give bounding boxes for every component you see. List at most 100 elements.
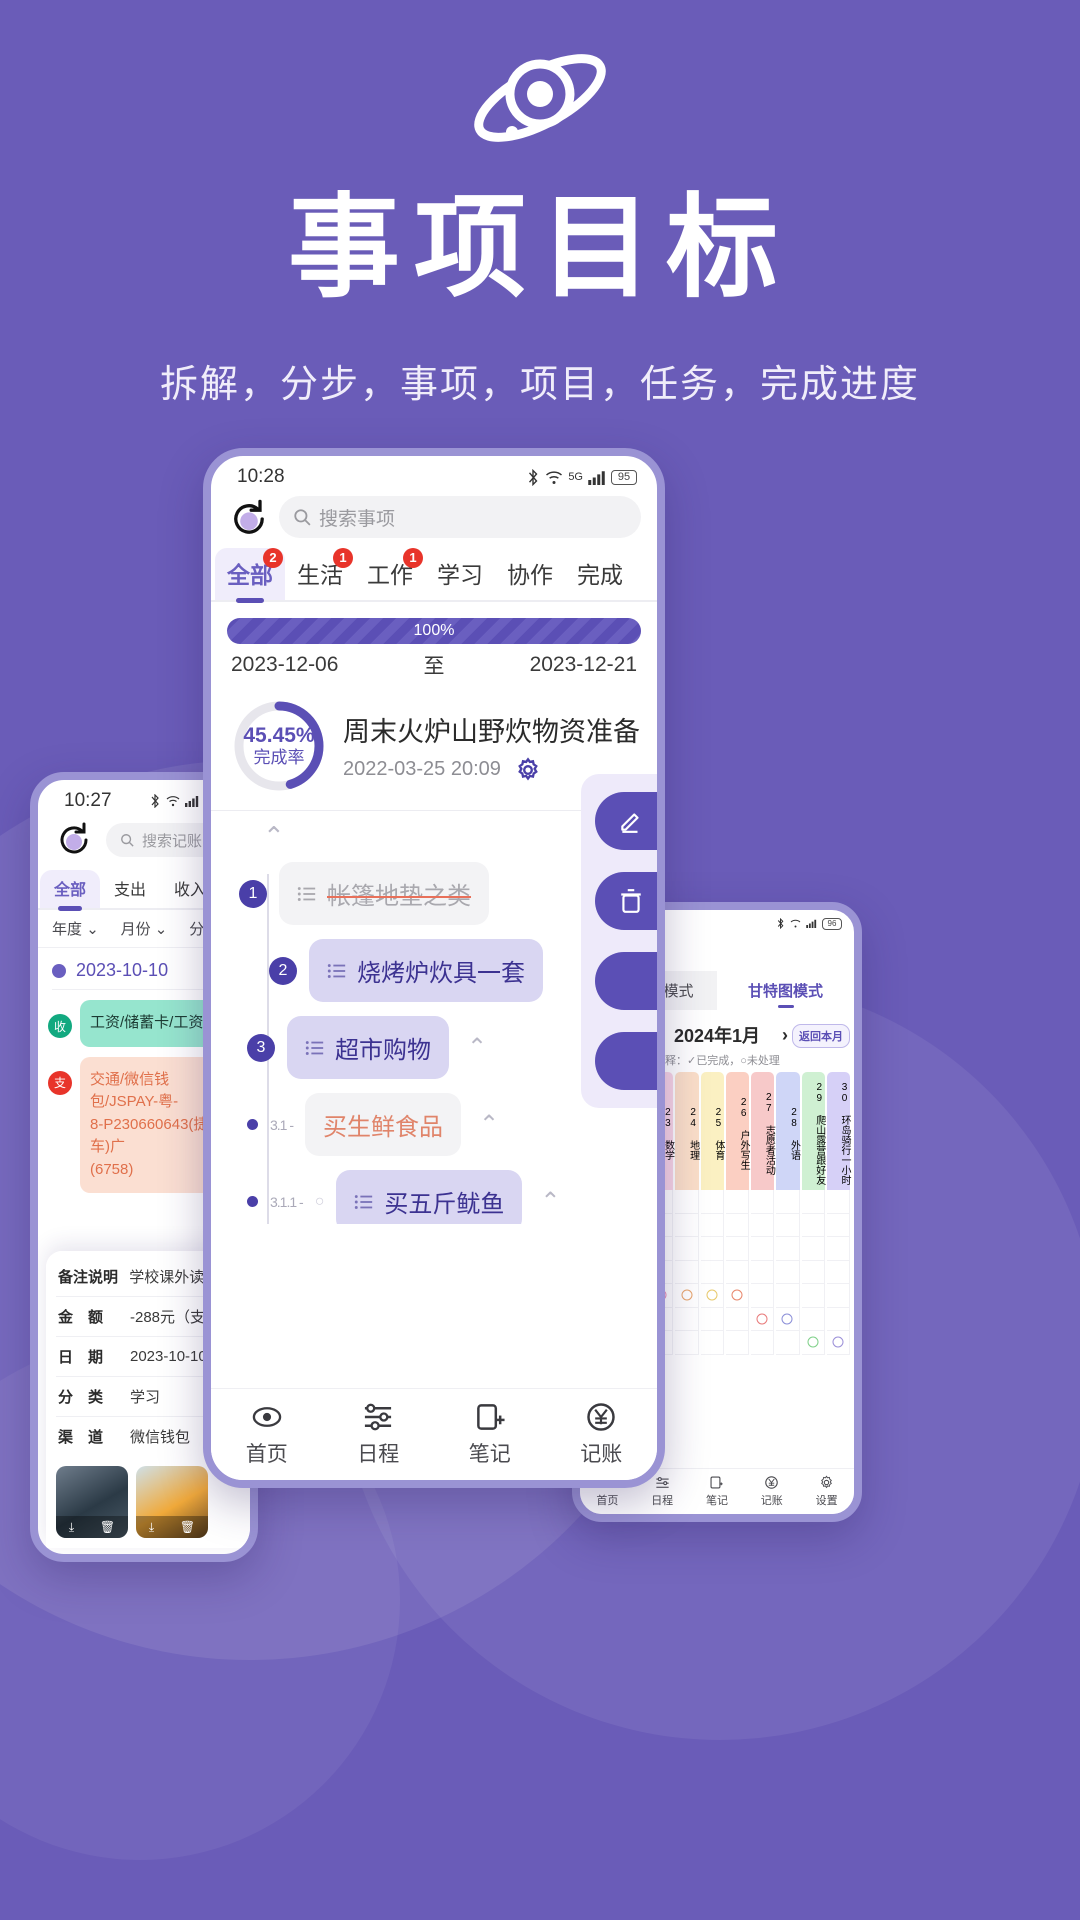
gantt-column[interactable]: 28 外语	[776, 1072, 800, 1398]
gantt-cell[interactable]	[826, 1307, 850, 1331]
gantt-cell[interactable]	[751, 1260, 775, 1284]
chevron-up-icon[interactable]: ⌃	[479, 1110, 499, 1139]
gantt-column[interactable]: 26 户外写生	[725, 1072, 750, 1398]
chevron-right-icon[interactable]: ›	[782, 1025, 788, 1046]
gantt-cell[interactable]	[826, 1331, 850, 1355]
gantt-cell[interactable]	[700, 1237, 724, 1261]
download-icon[interactable]: ⤓	[149, 1520, 154, 1535]
gantt-cell[interactable]	[751, 1284, 775, 1308]
photo-dashboard[interactable]: ⤓ 🗑	[56, 1466, 128, 1538]
gantt-column-body	[725, 1190, 750, 1398]
gantt-column[interactable]: 27 志愿者活动	[751, 1072, 775, 1398]
gantt-cell[interactable]	[725, 1284, 750, 1308]
gantt-cell[interactable]	[801, 1237, 825, 1261]
node-chip[interactable]: 超市购物	[287, 1016, 449, 1079]
nav-ledger[interactable]: 记账	[761, 1475, 783, 1508]
trash-icon[interactable]: 🗑	[100, 1520, 115, 1534]
gantt-cell[interactable]	[826, 1260, 850, 1284]
gantt-cell[interactable]	[801, 1213, 825, 1237]
gantt-cell[interactable]	[700, 1260, 724, 1284]
gantt-cell[interactable]	[776, 1307, 800, 1331]
tab-study[interactable]: 学习	[425, 548, 495, 600]
mode-gantt[interactable]: 甘特图模式	[717, 971, 854, 1010]
tab-all[interactable]: 全部 2	[215, 548, 285, 603]
gantt-cell[interactable]	[776, 1213, 800, 1237]
download-icon[interactable]: ⤓	[69, 1520, 74, 1535]
gantt-cell[interactable]	[675, 1284, 699, 1308]
gantt-cell[interactable]	[725, 1190, 750, 1214]
chevron-up-icon[interactable]: ⌃	[467, 1033, 487, 1062]
gantt-cell[interactable]	[675, 1190, 699, 1214]
tab-all[interactable]: 全部	[40, 870, 101, 911]
gantt-cell[interactable]	[725, 1237, 750, 1261]
node-chip[interactable]: 买五斤鱿鱼	[336, 1170, 523, 1224]
gantt-cell[interactable]	[725, 1331, 750, 1355]
back-to-today-button[interactable]: 返回本月	[792, 1024, 850, 1048]
gantt-cell[interactable]	[675, 1213, 699, 1237]
gantt-column[interactable]: 30 环岛骑行一小时	[826, 1072, 850, 1398]
gantt-cell[interactable]	[675, 1307, 699, 1331]
gantt-cell[interactable]	[675, 1260, 699, 1284]
filter-year[interactable]: 年度 ⌄	[52, 918, 99, 939]
gantt-cell[interactable]	[700, 1190, 724, 1214]
gantt-cell[interactable]	[776, 1284, 800, 1308]
gantt-cell[interactable]	[776, 1260, 800, 1284]
search-input[interactable]: 搜索事项	[279, 496, 641, 538]
edit-button[interactable]: 编 辑	[595, 792, 657, 850]
tab-done[interactable]: 完成	[565, 548, 635, 600]
gantt-cell[interactable]	[675, 1237, 699, 1261]
nav-ledger[interactable]: 记账	[580, 1401, 622, 1468]
gantt-cell[interactable]	[826, 1237, 850, 1261]
gantt-cell[interactable]	[776, 1237, 800, 1261]
gantt-cell[interactable]	[700, 1284, 724, 1308]
gantt-cell[interactable]	[801, 1190, 825, 1214]
nav-schedule[interactable]: 日程	[357, 1401, 399, 1468]
gantt-cell[interactable]	[826, 1213, 850, 1237]
nav-note[interactable]: 笔记	[706, 1475, 728, 1508]
delete-button[interactable]: 删 除	[595, 872, 657, 930]
gantt-column[interactable]: 25 体育	[700, 1072, 724, 1398]
gantt-cell[interactable]	[751, 1331, 775, 1355]
nav-home[interactable]: 首页	[246, 1401, 288, 1468]
gantt-cell[interactable]	[675, 1331, 699, 1355]
node-chip[interactable]: 买生鲜食品	[305, 1093, 462, 1156]
gantt-cell[interactable]	[801, 1260, 825, 1284]
tree-node[interactable]: 3.1.1 - ○ 买五斤鱿鱼 ⌃	[211, 1170, 657, 1224]
gantt-cell[interactable]	[700, 1307, 724, 1331]
chevron-up-icon[interactable]: ⌃	[540, 1187, 560, 1216]
gantt-cell[interactable]	[751, 1307, 775, 1331]
gantt-cell[interactable]	[725, 1260, 750, 1284]
gantt-cell[interactable]	[801, 1284, 825, 1308]
nav-note[interactable]: 笔记	[469, 1401, 511, 1468]
gantt-cell[interactable]	[700, 1213, 724, 1237]
gantt-column[interactable]: 29 爬山露营跟好友	[801, 1072, 825, 1398]
gantt-cell[interactable]	[801, 1331, 825, 1355]
gantt-cell[interactable]	[801, 1307, 825, 1331]
node-chip[interactable]: 烧烤炉炊具一套	[309, 939, 543, 1002]
tab-life[interactable]: 生活 1	[285, 548, 355, 600]
refresh-logo-icon[interactable]	[227, 497, 267, 537]
gantt-cell[interactable]	[751, 1190, 775, 1214]
photo-oranges[interactable]: ⤓ 🗑	[136, 1466, 208, 1538]
refresh-logo-icon[interactable]	[54, 820, 94, 860]
gantt-cell[interactable]	[751, 1237, 775, 1261]
nav-settings[interactable]: 设置	[816, 1475, 838, 1508]
add-button[interactable]	[595, 952, 657, 1010]
filter-month[interactable]: 月份 ⌄	[121, 918, 168, 939]
gantt-cell[interactable]	[751, 1213, 775, 1237]
gear-icon[interactable]	[515, 756, 541, 783]
gantt-column[interactable]: 24 地理	[675, 1072, 699, 1398]
tab-work[interactable]: 工作 1	[355, 548, 425, 600]
gantt-cell[interactable]	[776, 1331, 800, 1355]
gantt-cell[interactable]	[700, 1331, 724, 1355]
node-chip[interactable]: 帐篷地垫之类	[279, 862, 489, 925]
gantt-cell[interactable]	[725, 1307, 750, 1331]
trash-icon[interactable]: 🗑	[180, 1520, 195, 1534]
gantt-cell[interactable]	[776, 1190, 800, 1214]
gantt-cell[interactable]	[826, 1190, 850, 1214]
share-button[interactable]	[595, 1032, 657, 1090]
gantt-cell[interactable]	[725, 1213, 750, 1237]
tab-collab[interactable]: 协作	[495, 548, 565, 600]
tab-expense[interactable]: 支出	[100, 870, 160, 908]
gantt-cell[interactable]	[826, 1284, 850, 1308]
